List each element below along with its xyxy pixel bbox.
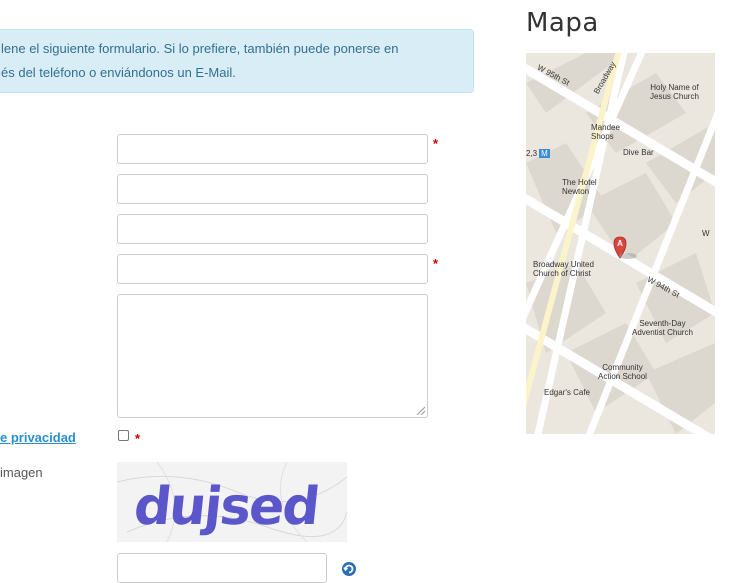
map-label-w: W	[702, 229, 710, 238]
phone-input[interactable]	[117, 214, 428, 244]
map-label-edgars-cafe: Edgar's Cafe	[544, 388, 590, 397]
required-mark: *	[433, 136, 439, 151]
privacy-policy-link[interactable]: e privacidad	[0, 430, 76, 445]
required-mark: *	[433, 256, 439, 271]
captcha-label: imagen	[0, 465, 43, 480]
info-text-line1: lene el siguiente formulario. Si lo pref…	[1, 41, 399, 56]
map-label-broadway-united: Broadway United Church of Christ	[533, 260, 594, 278]
map-label-dive-bar: Dive Bar	[623, 148, 654, 157]
company-input[interactable]	[117, 174, 428, 204]
map-label-community-action: Community Action School	[598, 363, 647, 381]
map-label-seventh-day: Seventh-Day Adventist Church	[632, 319, 693, 337]
map-label-hotel-newton: The Hotel Newton	[562, 178, 597, 196]
privacy-checkbox[interactable]	[118, 430, 129, 441]
map-label-holy-name: Holy Name of Jesus Church	[650, 83, 699, 101]
message-textarea[interactable]	[117, 294, 428, 418]
resize-handle-icon[interactable]	[415, 405, 425, 415]
required-mark: *	[135, 431, 141, 446]
captcha-image: dujsed	[116, 461, 348, 543]
captcha-input[interactable]	[117, 553, 327, 583]
map-label-subway: 2,3 M	[526, 149, 550, 158]
captcha-text: dujsed	[131, 477, 321, 537]
name-input[interactable]	[117, 134, 428, 164]
map[interactable]: A W 95th St Broadway Holy Name of Jesus C…	[526, 53, 715, 434]
map-label-mandee: Mandee Shops	[591, 123, 620, 141]
info-alert: lene el siguiente formulario. Si lo pref…	[0, 29, 474, 93]
email-input[interactable]	[117, 254, 428, 284]
map-title: Mapa	[526, 8, 599, 38]
refresh-icon[interactable]	[341, 561, 357, 577]
map-marker-label: A	[617, 239, 623, 248]
info-text-line2: és del teléfono o enviándonos un E-Mail.	[1, 65, 236, 80]
